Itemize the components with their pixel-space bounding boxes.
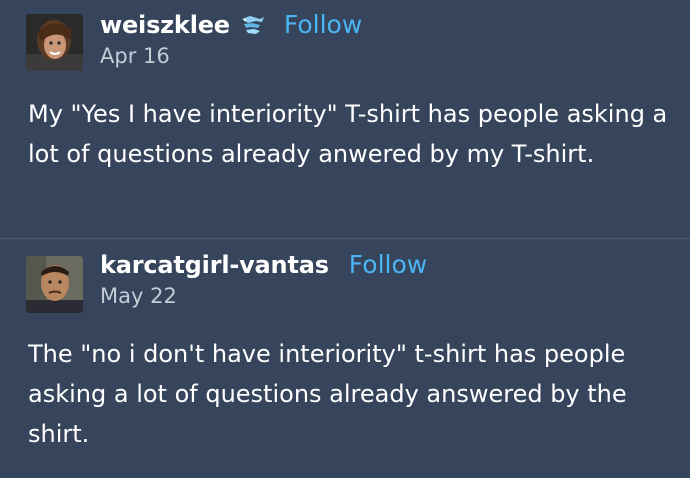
avatar[interactable] xyxy=(26,256,83,313)
avatar[interactable] xyxy=(26,14,83,71)
badge-icon xyxy=(238,13,266,37)
follow-button[interactable]: Follow xyxy=(284,10,362,39)
username[interactable]: karcatgirl-vantas xyxy=(100,251,329,279)
post-header: karcatgirl-vantas Follow xyxy=(100,250,427,279)
post-date[interactable]: May 22 xyxy=(100,284,177,308)
post-date[interactable]: Apr 16 xyxy=(100,44,170,68)
post-header: weiszklee Follow xyxy=(100,10,362,39)
username[interactable]: weiszklee xyxy=(100,11,230,39)
post: weiszklee Follow Apr 16 My "Yes I have i… xyxy=(0,0,690,238)
post-body: The "no i don't have interiority" t-shir… xyxy=(28,340,627,448)
post: karcatgirl-vantas Follow May 22 The "no … xyxy=(0,239,690,478)
follow-button[interactable]: Follow xyxy=(349,250,427,279)
post-body: My "Yes I have interiority" T-shirt has … xyxy=(28,100,668,168)
